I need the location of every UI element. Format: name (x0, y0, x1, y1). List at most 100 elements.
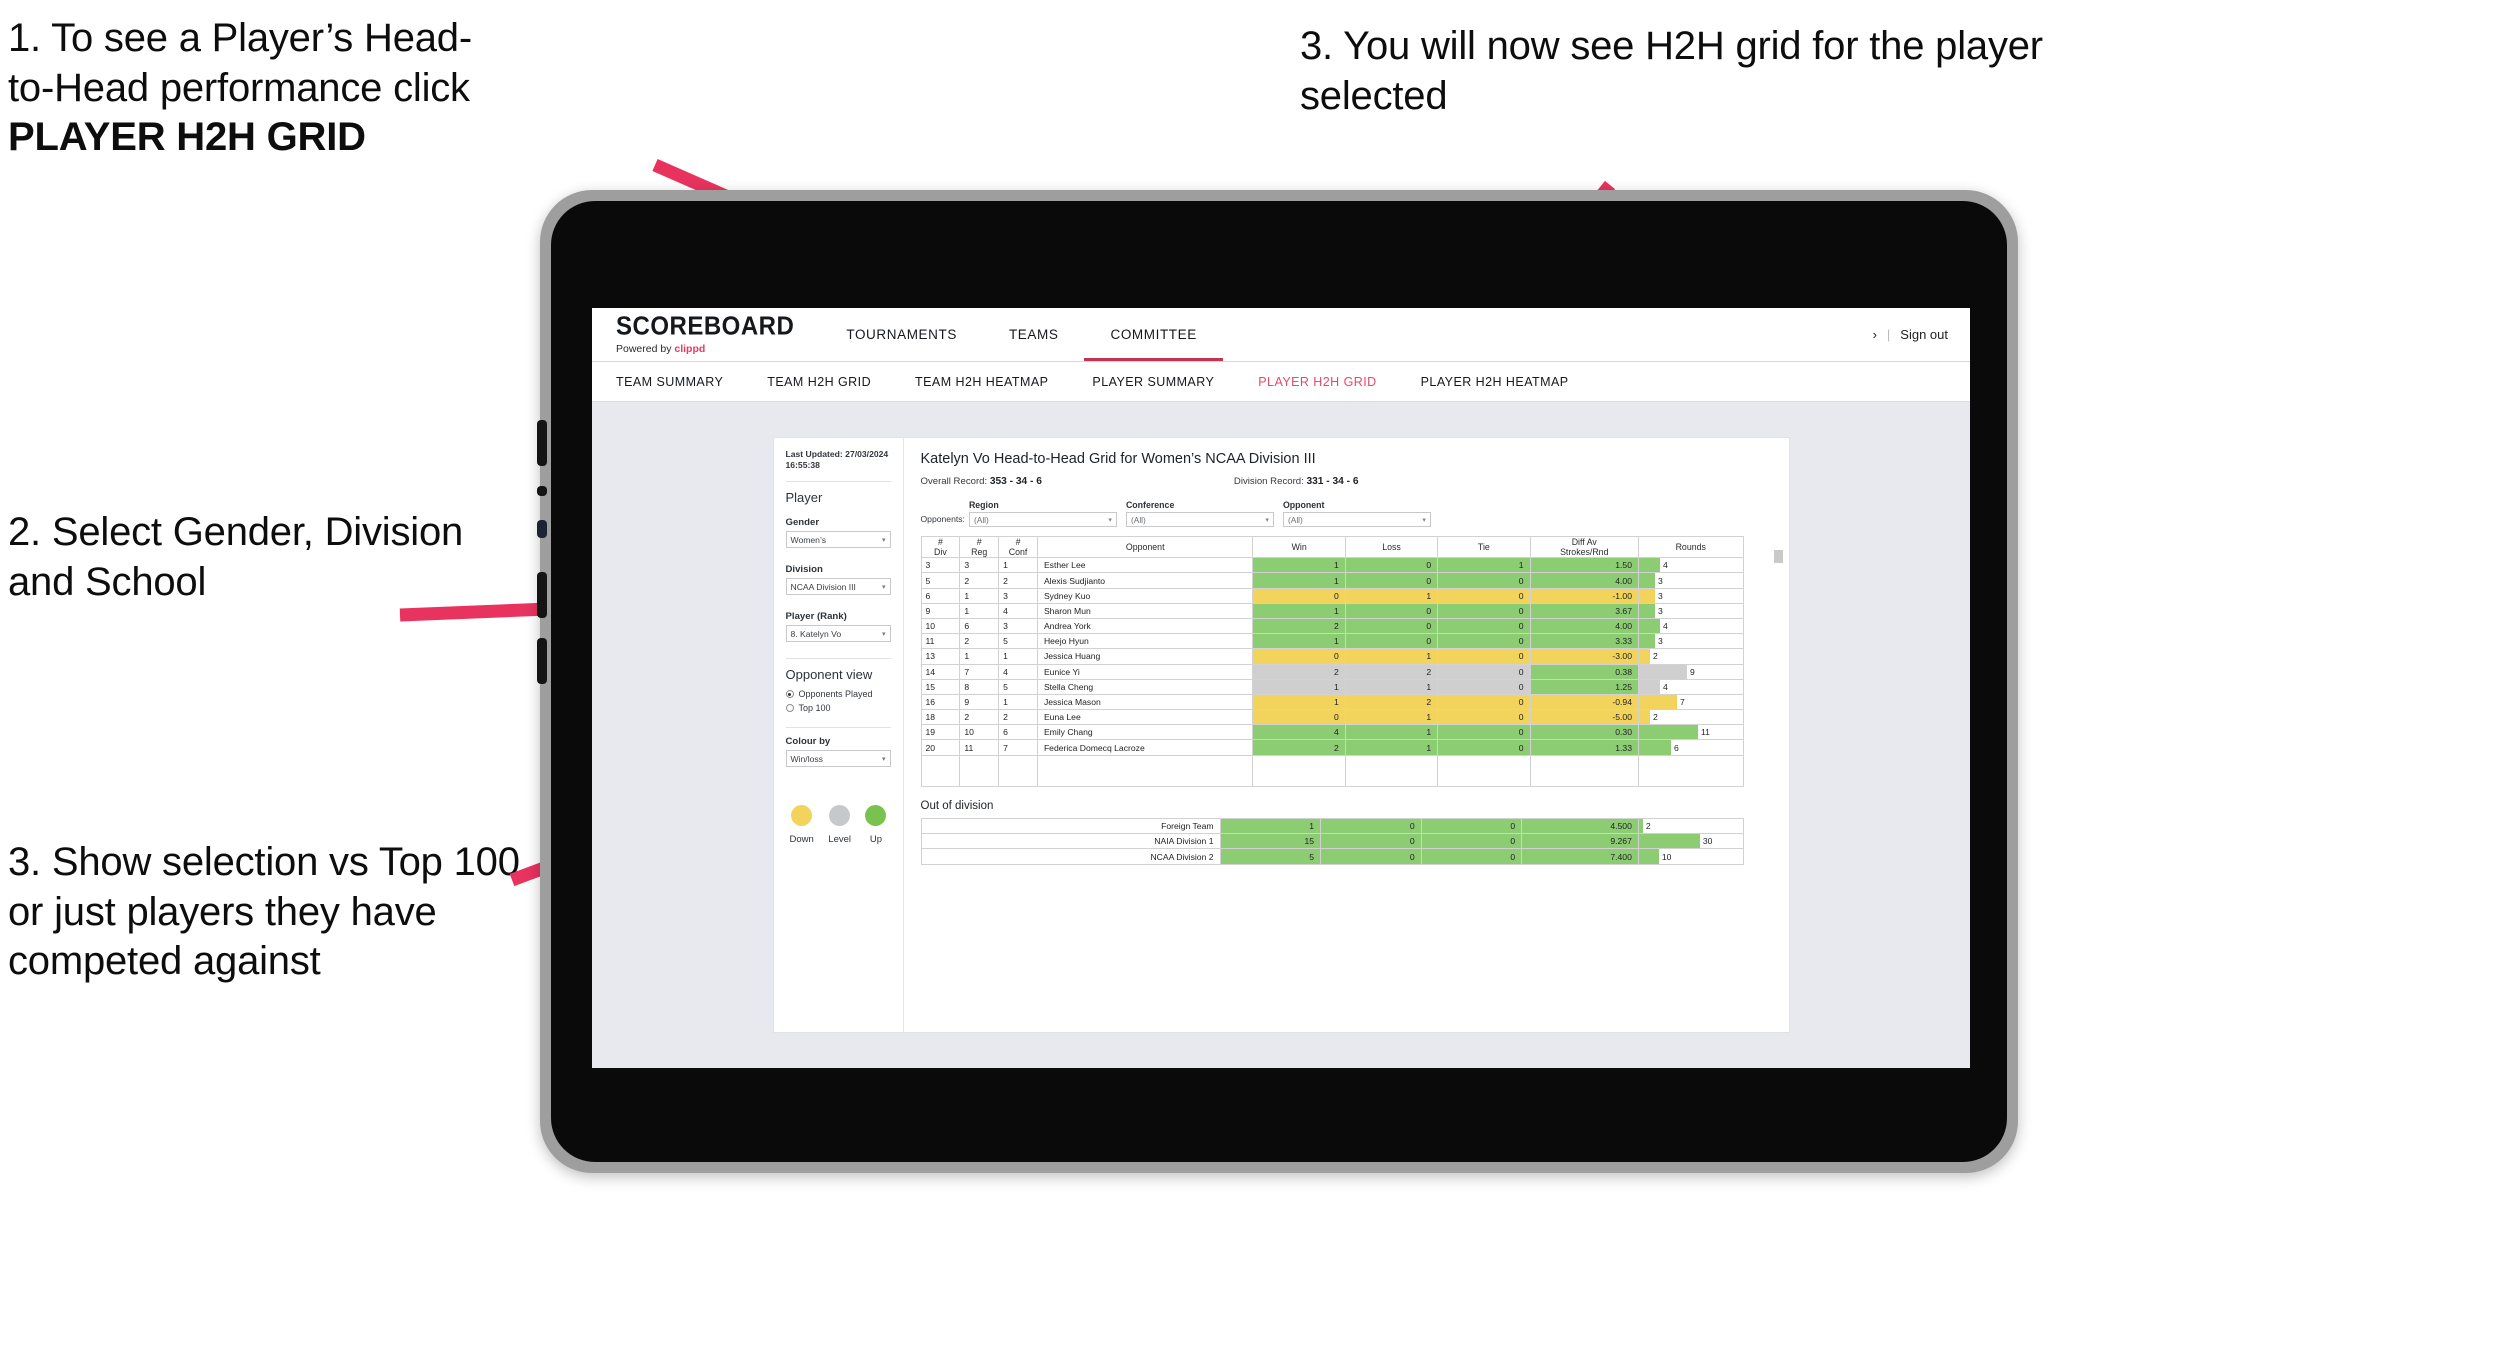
player-section-heading: Player (785, 490, 823, 506)
rail-divider-1 (785, 481, 891, 483)
h2h-header-row: # Div # Reg # Conf Opponent Win Loss Tie Di… (920, 535, 1744, 559)
tab-team-h2h-heatmap[interactable]: TEAM H2H HEATMAP (915, 375, 1048, 389)
rounds-value: 3 (1657, 575, 1663, 586)
sign-out-link[interactable]: Sign out (1900, 327, 1948, 342)
scoreboard-logo[interactable]: SCOREBOARD Powered by clippd (592, 308, 820, 361)
colour-by-select[interactable]: Win/loss ▾ (785, 750, 891, 768)
table-row[interactable]: NAIA Division 1 15 0 0 9.267 30 (920, 833, 1744, 850)
cell-diff: 4.00 (1529, 617, 1639, 635)
radio-opponents-played[interactable]: Opponents Played (785, 689, 891, 699)
table-row[interactable]: 20 11 7 Federica Domecq Lacroze 2 1 0 1.33 6 (920, 739, 1744, 756)
cell-reg: 2 (959, 633, 1000, 650)
col-win[interactable]: Win (1252, 535, 1346, 559)
annotation-1: 1. To see a Player’s Head- to-Head perfo… (8, 14, 748, 163)
table-row[interactable]: 9 1 4 Sharon Mun 1 0 0 3.67 3 (920, 602, 1744, 619)
division-record-label: Division Record: (1233, 476, 1307, 487)
cell-diff: 4.00 (1529, 572, 1639, 589)
rounds-bar (1638, 725, 1698, 740)
player-rank-value: 8. Katelyn Vo (790, 628, 842, 639)
h2h-table-wrap: # Div # Reg # Conf Opponent Win Loss Tie Di… (920, 535, 1783, 787)
rounds-bar (1638, 834, 1700, 849)
cell-loss: 0 (1344, 572, 1439, 589)
table-row[interactable]: 10 6 3 Andrea York 2 0 0 4.00 4 (920, 617, 1744, 635)
rounds-value: 6 (1673, 742, 1679, 753)
last-updated-time: 16:55:38 (785, 460, 820, 471)
cell-reg: 3 (959, 557, 1000, 574)
last-updated: Last Updated: 27/03/2024 16:55:38 (786, 449, 891, 471)
cell-opponent: Esther Lee (1036, 557, 1254, 574)
cell-reg: 2 (959, 709, 1000, 726)
tablet-device-frame: SCOREBOARD Powered by clippd TOURNAMENTS… (537, 190, 2018, 1173)
cell-tie: 0 (1420, 817, 1523, 835)
tab-player-h2h-grid[interactable]: PLAYER H2H GRID (1258, 375, 1376, 389)
table-row[interactable]: 19 10 6 Emily Chang 4 1 0 0.30 11 (920, 724, 1744, 741)
cell-diff: 1.25 (1529, 678, 1639, 695)
col-diff[interactable]: Diff Av Strokes/Rnd (1529, 535, 1639, 559)
cell-tie: 0 (1437, 724, 1531, 741)
rounds-value: 30 (1702, 836, 1713, 847)
col-tie[interactable]: Tie (1437, 535, 1531, 559)
conference-select[interactable]: (All) ▾ (1125, 512, 1274, 527)
annotation-2: 2. Select Gender, Division and School (8, 510, 464, 604)
cell-loss: 1 (1344, 587, 1439, 604)
cell-diff: -5.00 (1529, 709, 1639, 726)
table-row[interactable]: 13 1 1 Jessica Huang 0 1 0 -3.00 2 (920, 648, 1744, 665)
opponent-view-heading: Opponent view (785, 667, 873, 683)
cell-loss: 1 (1344, 709, 1439, 726)
device-button-volume-down[interactable] (537, 572, 547, 618)
cell-conf: 7 (998, 739, 1038, 756)
cell-conf: 1 (998, 557, 1038, 574)
region-select[interactable]: (All) ▾ (968, 512, 1117, 527)
opponent-value: (All) (1287, 514, 1303, 525)
col-opponent[interactable]: Opponent (1036, 535, 1254, 559)
col-reg[interactable]: # Reg (959, 535, 1000, 559)
col-rounds[interactable]: Rounds (1637, 535, 1744, 559)
device-button-volume-up[interactable] (537, 420, 547, 466)
table-row[interactable]: 11 2 5 Heejo Hyun 1 0 0 3.33 3 (920, 633, 1744, 650)
table-filler-row (920, 754, 1744, 787)
col-conf[interactable]: # Conf (998, 535, 1038, 559)
division-select[interactable]: NCAA Division III ▾ (785, 578, 891, 596)
device-button-power[interactable] (537, 638, 547, 684)
colour-legend: Down Level Up (786, 805, 891, 845)
cell-rounds: 7 (1637, 693, 1744, 711)
table-row[interactable]: 3 3 1 Esther Lee 1 0 1 1.50 4 (920, 557, 1744, 574)
tab-team-h2h-grid[interactable]: TEAM H2H GRID (767, 375, 871, 389)
opponent-select[interactable]: (All) ▾ (1282, 512, 1431, 527)
tab-player-summary[interactable]: PLAYER SUMMARY (1092, 375, 1214, 389)
cell-rounds: 3 (1637, 633, 1744, 650)
gender-select[interactable]: Women’s ▾ (785, 531, 891, 549)
table-row[interactable]: 15 8 5 Stella Cheng 1 1 0 1.25 4 (920, 678, 1744, 695)
rounds-value: 3 (1657, 636, 1663, 647)
cell-tie: 0 (1437, 709, 1531, 726)
table-row[interactable]: 5 2 2 Alexis Sudjianto 1 0 0 4.00 3 (920, 572, 1744, 589)
user-chevron-icon[interactable]: › (1873, 327, 1877, 342)
col-loss[interactable]: Loss (1344, 535, 1439, 559)
table-row[interactable]: 16 9 1 Jessica Mason 1 2 0 -0.94 7 (920, 693, 1744, 711)
cell-conf: 5 (998, 633, 1038, 650)
gender-value: Women’s (790, 534, 827, 545)
chevron-down-icon: ▾ (1108, 516, 1112, 524)
table-row[interactable]: Foreign Team 1 0 0 4.500 2 (920, 817, 1744, 835)
cell-diff: -3.00 (1529, 648, 1639, 665)
player-rank-select[interactable]: 8. Katelyn Vo ▾ (785, 625, 891, 643)
opponent-caption: Opponent (1282, 500, 1325, 510)
rounds-bar (1638, 603, 1655, 618)
table-row[interactable]: 18 2 2 Euna Lee 0 1 0 -5.00 2 (920, 709, 1744, 726)
table-row[interactable]: 6 1 3 Sydney Kuo 0 1 0 -1.00 3 (920, 587, 1744, 604)
cell-diff: 3.33 (1529, 633, 1639, 650)
division-record-value: 331 - 34 - 6 (1306, 476, 1359, 487)
radio-top-100[interactable]: Top 100 (785, 703, 891, 713)
col-div[interactable]: # Div (920, 535, 961, 559)
nav-teams[interactable]: TEAMS (983, 308, 1085, 361)
table-row[interactable]: NCAA Division 2 5 0 0 7.400 10 (920, 848, 1744, 865)
nav-tournaments[interactable]: TOURNAMENTS (820, 308, 983, 361)
cell-rounds: 10 (1637, 848, 1744, 865)
tab-team-summary[interactable]: TEAM SUMMARY (616, 375, 723, 389)
nav-committee[interactable]: COMMITTEE (1084, 308, 1222, 361)
cell-div: 20 (920, 739, 961, 756)
table-vertical-scrollbar[interactable] (1773, 550, 1783, 563)
dashboard-canvas: Last Updated: 27/03/2024 16:55:38 Player… (592, 402, 1970, 1068)
table-row[interactable]: 14 7 4 Eunice Yi 2 2 0 0.38 9 (920, 663, 1744, 680)
tab-player-h2h-heatmap[interactable]: PLAYER H2H HEATMAP (1421, 375, 1569, 389)
